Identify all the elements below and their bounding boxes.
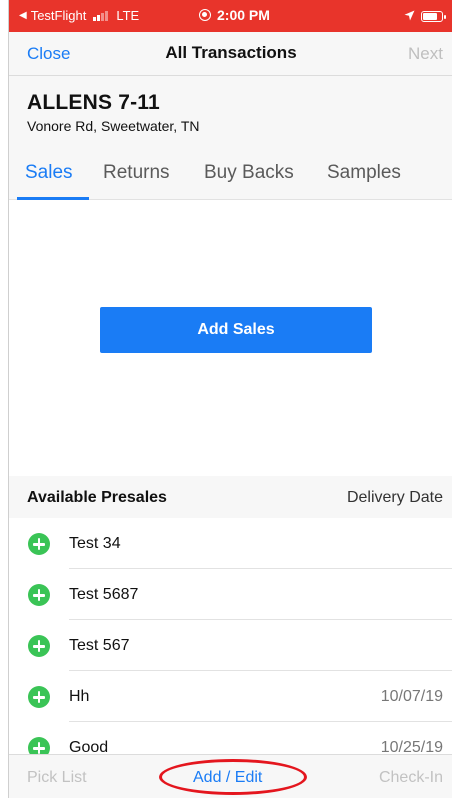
presale-label: Good: [69, 739, 109, 754]
add-sales-button[interactable]: Add Sales: [100, 307, 372, 353]
signal-icon: [93, 10, 109, 21]
store-address: Vonore Rd, Sweetwater, TN: [27, 118, 200, 134]
transaction-tabs: Sales Returns Buy Backs Samples: [9, 142, 452, 200]
status-bar: ◀ TestFlight LTE 2:00 PM: [9, 0, 452, 32]
app-frame: ◀ TestFlight LTE 2:00 PM Close All Trans…: [8, 0, 452, 798]
navigation-bar: Close All Transactions Next: [9, 32, 452, 76]
tab-samples[interactable]: Samples: [327, 162, 401, 184]
add-circle-icon[interactable]: [28, 584, 50, 606]
highlight-circle-annotation: [159, 759, 307, 795]
presales-header-title: Available Presales: [27, 489, 167, 506]
carrier-label[interactable]: TestFlight: [31, 8, 87, 23]
active-tab-indicator: [17, 197, 89, 200]
tab-returns[interactable]: Returns: [103, 162, 170, 184]
status-left: ◀ TestFlight LTE: [19, 8, 139, 23]
delivery-date-header: Delivery Date: [346, 489, 443, 506]
battery-icon: [421, 11, 446, 22]
presale-label: Test 5687: [69, 586, 139, 603]
back-triangle-icon[interactable]: ◀: [19, 10, 27, 21]
add-circle-icon[interactable]: [28, 533, 50, 555]
next-button[interactable]: Next: [408, 44, 443, 64]
list-item[interactable]: Test 5687: [9, 569, 452, 620]
location-arrow-icon: [404, 9, 415, 24]
list-item[interactable]: Good 10/25/19: [9, 722, 452, 754]
presales-list: Test 34 Test 5687 Test 567 Hh 10/07/19 G…: [9, 518, 452, 754]
list-item[interactable]: Hh 10/07/19: [9, 671, 452, 722]
status-time: 2:00 PM: [217, 7, 270, 23]
pick-list-button[interactable]: Pick List: [27, 769, 87, 787]
add-circle-icon[interactable]: [28, 686, 50, 708]
presale-label: Hh: [69, 688, 90, 705]
add-circle-icon[interactable]: [28, 737, 50, 754]
presales-section-header: Available Presales Delivery Date: [9, 476, 452, 518]
status-center: 2:00 PM: [199, 7, 270, 23]
presale-label: Test 567: [69, 637, 130, 654]
presale-label: Test 34: [69, 535, 121, 552]
bottom-toolbar: Pick List Add / Edit Check-In: [9, 754, 452, 798]
network-label: LTE: [116, 8, 140, 23]
presale-date: 10/25/19: [380, 739, 443, 754]
page-title: All Transactions: [165, 43, 297, 62]
tab-buy-backs[interactable]: Buy Backs: [204, 162, 294, 184]
presale-date: 10/07/19: [380, 688, 443, 705]
check-in-button[interactable]: Check-In: [379, 769, 443, 787]
tab-sales[interactable]: Sales: [25, 162, 73, 184]
store-header: ALLENS 7-11 Vonore Rd, Sweetwater, TN: [9, 76, 452, 142]
screen-recording-icon: [199, 9, 211, 21]
list-item[interactable]: Test 567: [9, 620, 452, 671]
add-circle-icon[interactable]: [28, 635, 50, 657]
status-right: [404, 9, 446, 24]
list-item[interactable]: Test 34: [9, 518, 452, 569]
store-name: ALLENS 7-11: [27, 91, 160, 114]
